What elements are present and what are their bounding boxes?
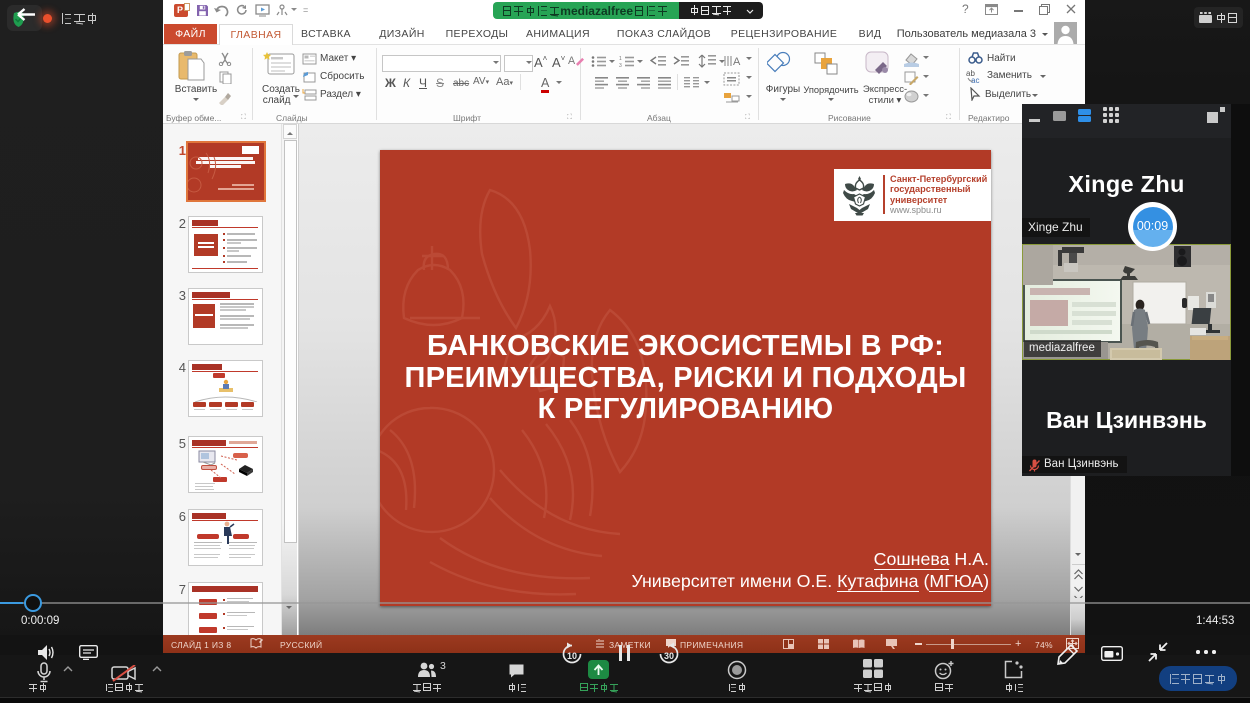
svg-text:ac: ac xyxy=(971,76,979,84)
svg-text:30: 30 xyxy=(664,651,674,661)
svg-text:A: A xyxy=(733,56,741,68)
svg-text:A: A xyxy=(568,55,576,67)
svg-text:10: 10 xyxy=(567,651,577,661)
svg-text:1: 1 xyxy=(619,56,622,62)
svg-text:3: 3 xyxy=(619,63,622,68)
